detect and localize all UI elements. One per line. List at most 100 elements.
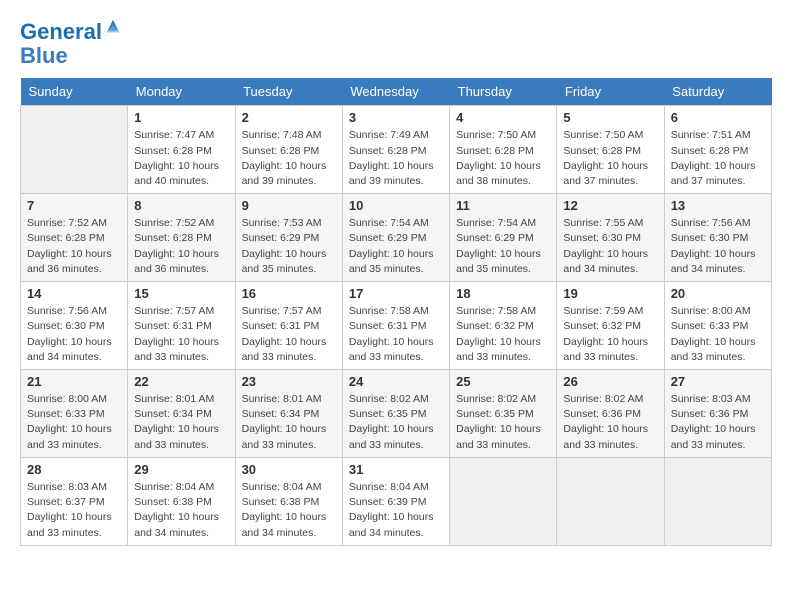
day-number: 20 [671,286,765,301]
calendar-cell: 15Sunrise: 7:57 AMSunset: 6:31 PMDayligh… [128,282,235,370]
cell-sun-info: Sunrise: 7:58 AMSunset: 6:31 PMDaylight:… [349,304,443,365]
week-row-3: 14 Sunrise: 7:56 AMSunset: 6:30 PMDayligh… [21,282,772,370]
cell-sun-info: Sunrise: 8:04 AMSunset: 6:38 PMDaylight:… [134,480,228,541]
cell-sun-info: Sunrise: 7:48 AMSunset: 6:28 PMDaylight:… [242,128,336,189]
calendar-cell: 10 Sunrise: 7:54 AMSunset: 6:29 PMDayligh… [342,194,449,282]
day-number: 21 [27,374,121,389]
calendar-cell: 11Sunrise: 7:54 AMSunset: 6:29 PMDayligh… [450,194,557,282]
day-number: 9 [242,198,336,213]
calendar-cell: 2 Sunrise: 7:48 AMSunset: 6:28 PMDaylight… [235,106,342,194]
cell-sun-info: Sunrise: 7:54 AMSunset: 6:29 PMDaylight:… [456,216,550,277]
day-number: 16 [242,286,336,301]
day-number: 7 [27,198,121,213]
day-number: 15 [134,286,228,301]
logo: General Blue [20,20,122,68]
calendar-cell [664,457,771,545]
calendar-cell: 28 Sunrise: 8:03 AMSunset: 6:37 PMDayligh… [21,457,128,545]
calendar-cell: 12 Sunrise: 7:55 AMSunset: 6:30 PMDayligh… [557,194,664,282]
calendar-cell: 30Sunrise: 8:04 AMSunset: 6:38 PMDayligh… [235,457,342,545]
cell-sun-info: Sunrise: 7:59 AMSunset: 6:32 PMDaylight:… [563,304,657,365]
cell-sun-info: Sunrise: 7:52 AMSunset: 6:28 PMDaylight:… [134,216,228,277]
day-number: 29 [134,462,228,477]
cell-sun-info: Sunrise: 8:01 AMSunset: 6:34 PMDaylight:… [134,392,228,453]
cell-sun-info: Sunrise: 8:00 AMSunset: 6:33 PMDaylight:… [671,304,765,365]
dow-header-friday: Friday [557,78,664,106]
day-number: 19 [563,286,657,301]
day-number: 6 [671,110,765,125]
cell-sun-info: Sunrise: 7:52 AMSunset: 6:28 PMDaylight:… [27,216,121,277]
calendar-cell: 1 Sunrise: 7:47 AMSunset: 6:28 PMDaylight… [128,106,235,194]
day-number: 25 [456,374,550,389]
calendar-cell: 5 Sunrise: 7:50 AMSunset: 6:28 PMDaylight… [557,106,664,194]
week-row-5: 28 Sunrise: 8:03 AMSunset: 6:37 PMDayligh… [21,457,772,545]
calendar-cell: 24 Sunrise: 8:02 AMSunset: 6:35 PMDayligh… [342,370,449,458]
cell-sun-info: Sunrise: 7:55 AMSunset: 6:30 PMDaylight:… [563,216,657,277]
calendar-cell: 21 Sunrise: 8:00 AMSunset: 6:33 PMDayligh… [21,370,128,458]
day-number: 8 [134,198,228,213]
calendar-cell: 23 Sunrise: 8:01 AMSunset: 6:34 PMDayligh… [235,370,342,458]
cell-sun-info: Sunrise: 7:50 AMSunset: 6:28 PMDaylight:… [563,128,657,189]
dow-header-thursday: Thursday [450,78,557,106]
calendar-body: 1 Sunrise: 7:47 AMSunset: 6:28 PMDaylight… [21,106,772,545]
calendar-cell: 29 Sunrise: 8:04 AMSunset: 6:38 PMDayligh… [128,457,235,545]
calendar-cell: 16Sunrise: 7:57 AMSunset: 6:31 PMDayligh… [235,282,342,370]
calendar-cell: 26 Sunrise: 8:02 AMSunset: 6:36 PMDayligh… [557,370,664,458]
calendar-cell: 13Sunrise: 7:56 AMSunset: 6:30 PMDayligh… [664,194,771,282]
cell-sun-info: Sunrise: 8:04 AMSunset: 6:39 PMDaylight:… [349,480,443,541]
day-number: 5 [563,110,657,125]
week-row-1: 1 Sunrise: 7:47 AMSunset: 6:28 PMDaylight… [21,106,772,194]
logo-icon [104,18,122,36]
cell-sun-info: Sunrise: 8:02 AMSunset: 6:36 PMDaylight:… [563,392,657,453]
cell-sun-info: Sunrise: 8:03 AMSunset: 6:36 PMDaylight:… [671,392,765,453]
week-row-2: 7 Sunrise: 7:52 AMSunset: 6:28 PMDaylight… [21,194,772,282]
cell-sun-info: Sunrise: 7:47 AMSunset: 6:28 PMDaylight:… [134,128,228,189]
day-number: 2 [242,110,336,125]
day-number: 27 [671,374,765,389]
cell-sun-info: Sunrise: 7:53 AMSunset: 6:29 PMDaylight:… [242,216,336,277]
page-header: General Blue [20,20,772,68]
logo-text-blue: Blue [20,44,122,68]
week-row-4: 21 Sunrise: 8:00 AMSunset: 6:33 PMDayligh… [21,370,772,458]
day-number: 1 [134,110,228,125]
calendar-cell [450,457,557,545]
cell-sun-info: Sunrise: 7:49 AMSunset: 6:28 PMDaylight:… [349,128,443,189]
calendar-cell: 4Sunrise: 7:50 AMSunset: 6:28 PMDaylight… [450,106,557,194]
day-of-week-row: SundayMondayTuesdayWednesdayThursdayFrid… [21,78,772,106]
day-number: 18 [456,286,550,301]
dow-header-monday: Monday [128,78,235,106]
calendar-cell: 22Sunrise: 8:01 AMSunset: 6:34 PMDayligh… [128,370,235,458]
cell-sun-info: Sunrise: 7:50 AMSunset: 6:28 PMDaylight:… [456,128,550,189]
calendar-cell: 25 Sunrise: 8:02 AMSunset: 6:35 PMDayligh… [450,370,557,458]
cell-sun-info: Sunrise: 7:51 AMSunset: 6:28 PMDaylight:… [671,128,765,189]
cell-sun-info: Sunrise: 8:02 AMSunset: 6:35 PMDaylight:… [456,392,550,453]
calendar-cell: 27 Sunrise: 8:03 AMSunset: 6:36 PMDayligh… [664,370,771,458]
calendar-cell: 20 Sunrise: 8:00 AMSunset: 6:33 PMDayligh… [664,282,771,370]
calendar-cell: 31Sunrise: 8:04 AMSunset: 6:39 PMDayligh… [342,457,449,545]
day-number: 13 [671,198,765,213]
dow-header-sunday: Sunday [21,78,128,106]
day-number: 17 [349,286,443,301]
day-number: 14 [27,286,121,301]
calendar-cell: 17 Sunrise: 7:58 AMSunset: 6:31 PMDayligh… [342,282,449,370]
day-number: 23 [242,374,336,389]
day-number: 30 [242,462,336,477]
logo-text: General [20,20,102,44]
calendar-cell: 6 Sunrise: 7:51 AMSunset: 6:28 PMDaylight… [664,106,771,194]
cell-sun-info: Sunrise: 8:00 AMSunset: 6:33 PMDaylight:… [27,392,121,453]
cell-sun-info: Sunrise: 7:56 AMSunset: 6:30 PMDaylight:… [27,304,121,365]
day-number: 12 [563,198,657,213]
calendar-cell: 7 Sunrise: 7:52 AMSunset: 6:28 PMDaylight… [21,194,128,282]
cell-sun-info: Sunrise: 8:02 AMSunset: 6:35 PMDaylight:… [349,392,443,453]
calendar-cell: 8 Sunrise: 7:52 AMSunset: 6:28 PMDaylight… [128,194,235,282]
day-number: 10 [349,198,443,213]
day-number: 26 [563,374,657,389]
day-number: 28 [27,462,121,477]
day-number: 3 [349,110,443,125]
cell-sun-info: Sunrise: 8:03 AMSunset: 6:37 PMDaylight:… [27,480,121,541]
cell-sun-info: Sunrise: 7:54 AMSunset: 6:29 PMDaylight:… [349,216,443,277]
cell-sun-info: Sunrise: 7:58 AMSunset: 6:32 PMDaylight:… [456,304,550,365]
cell-sun-info: Sunrise: 8:01 AMSunset: 6:34 PMDaylight:… [242,392,336,453]
calendar-table: SundayMondayTuesdayWednesdayThursdayFrid… [20,78,772,545]
calendar-cell: 3 Sunrise: 7:49 AMSunset: 6:28 PMDaylight… [342,106,449,194]
day-number: 24 [349,374,443,389]
